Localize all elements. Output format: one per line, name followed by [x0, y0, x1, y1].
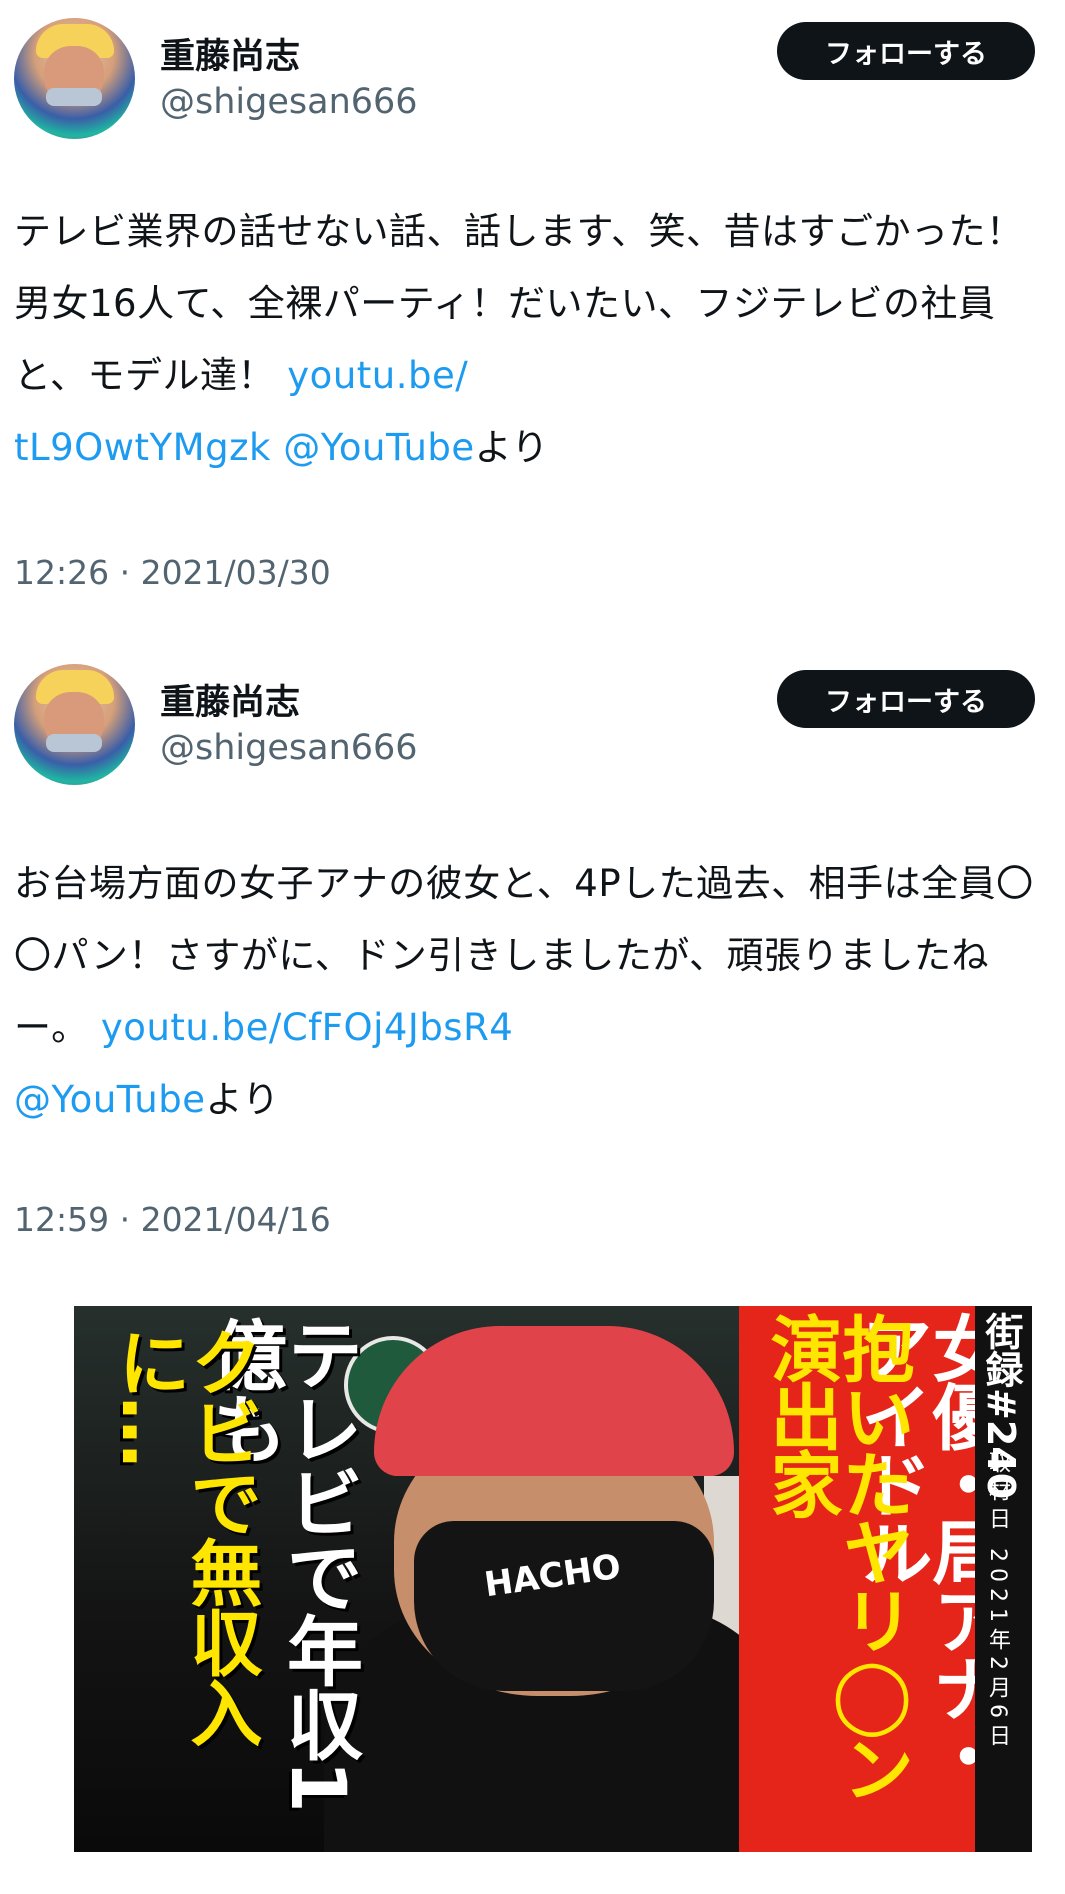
timestamp[interactable]: 12:26 · 2021/03/30 — [14, 553, 331, 592]
avatar-mask — [46, 734, 102, 752]
tweet-suffix: より — [205, 1078, 280, 1121]
interview-date: 取材日 2021年2月6日 — [985, 1451, 1010, 1752]
author-name[interactable]: 重藤尚志 — [160, 28, 300, 79]
author-handle[interactable]: @shigesan666 — [160, 728, 418, 768]
headline-yellow: クビで無収入に… — [106, 1326, 262, 1746]
black-face-mask — [414, 1521, 714, 1691]
tweet-body: テレビ業界の話せない話、話します、笑、昔はすごかった！男女16人て、全裸パーティ… — [14, 210, 1024, 397]
avatar[interactable] — [14, 18, 135, 139]
avatar[interactable] — [14, 664, 135, 785]
author-handle[interactable]: @shigesan666 — [160, 82, 418, 122]
avatar-mask — [46, 88, 102, 106]
tweet-suffix: より — [474, 426, 549, 469]
tweet-text: テレビ業界の話せない話、話します、笑、昔はすごかった！男女16人て、全裸パーティ… — [14, 196, 1044, 484]
youtube-link[interactable]: youtu.be/CfFOj4JbsR4 — [101, 1006, 513, 1049]
youtube-link[interactable]: youtu.be/ — [287, 354, 468, 397]
timestamp[interactable]: 12:59 · 2021/04/16 — [14, 1200, 331, 1239]
video-thumbnail[interactable]: HACHO テレビで年収1億も クビで無収入に… 女優・局アナ・アイドル 抱いた… — [74, 1306, 1032, 1852]
mention-youtube[interactable]: @YouTube — [283, 426, 474, 469]
youtube-link-continued[interactable]: tL9OwtYMgzk — [14, 426, 271, 469]
author-name[interactable]: 重藤尚志 — [160, 674, 300, 725]
follow-button[interactable]: フォローする — [777, 22, 1035, 80]
follow-button[interactable]: フォローする — [777, 670, 1035, 728]
red-cap — [374, 1326, 734, 1476]
tweet-text: お台場方面の女子アナの彼女と、4Pした過去、相手は全員〇〇パン！さすがに、ドン引… — [14, 848, 1044, 1136]
mention-youtube[interactable]: @YouTube — [14, 1078, 205, 1121]
headline-red-yellow: 抱いたヤリ◯ン演出家 — [758, 1312, 914, 1800]
